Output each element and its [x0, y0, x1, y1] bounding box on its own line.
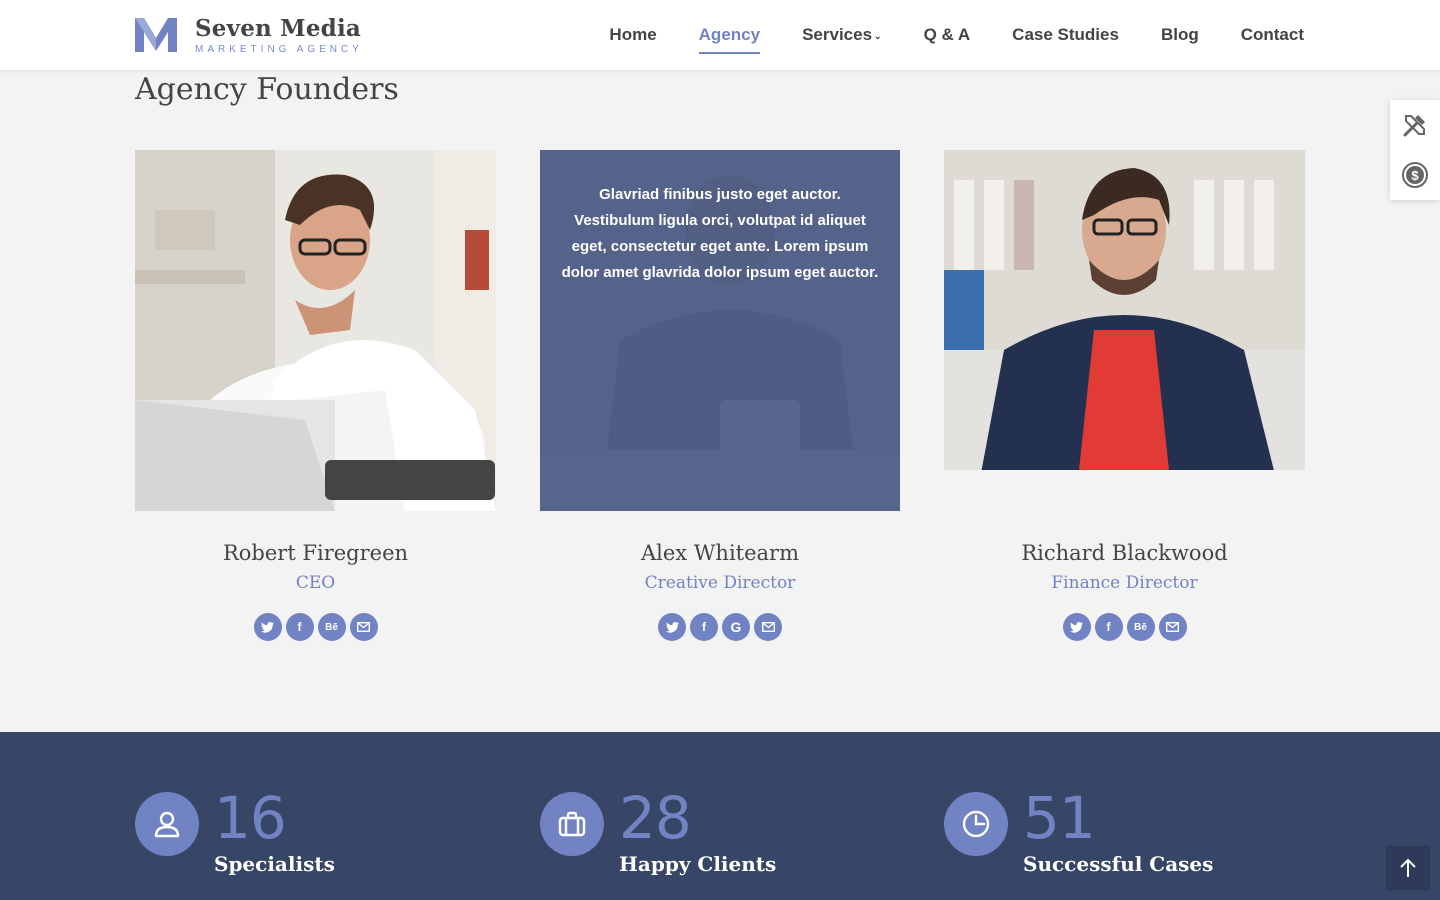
- member-role: Finance Director: [1051, 573, 1198, 593]
- portrait-image: [944, 150, 1305, 511]
- facebook-icon[interactable]: f: [1094, 613, 1123, 641]
- member-name: Robert Firegreen: [222, 541, 409, 565]
- chevron-down-icon: ⌄: [874, 31, 882, 41]
- member-bio: Glavriad finibus justo eget auctor. Vest…: [561, 186, 879, 281]
- google-icon[interactable]: G: [722, 613, 750, 641]
- nav-home-label: Home: [609, 25, 657, 44]
- main-nav: Home Agency Services ⌄ Q & A Case Studies…: [567, 0, 1304, 70]
- member-photo[interactable]: Glavriad finibus justo eget auctor. Vest…: [540, 150, 900, 511]
- member-photo[interactable]: [944, 150, 1305, 511]
- member-role: CEO: [295, 573, 336, 593]
- user-icon: [135, 792, 199, 856]
- twitter-icon[interactable]: [658, 613, 686, 641]
- stats-band: 16 Specialists 28 Happy Clients 51 Succe…: [0, 732, 1440, 900]
- team-card: Richard Blackwood Finance Director f Bē: [944, 150, 1305, 641]
- hover-overlay: Glavriad finibus justo eget auctor. Vest…: [540, 150, 900, 511]
- brand-name: Seven Media: [195, 15, 361, 42]
- nav-services[interactable]: Services ⌄: [802, 25, 882, 45]
- nav-contact[interactable]: Contact: [1241, 25, 1304, 45]
- team-card: Robert Firegreen CEO f Bē: [135, 150, 496, 641]
- behance-icon[interactable]: Bē: [1126, 613, 1155, 641]
- social-links: f Bē: [135, 613, 496, 641]
- member-name: Alex Whitearm: [641, 541, 799, 565]
- pie-chart-icon: [944, 792, 1008, 856]
- member-photo[interactable]: [135, 150, 496, 511]
- section-title: Agency Founders: [135, 72, 399, 107]
- brand-logo[interactable]: Seven Media MARKETING AGENCY: [135, 16, 363, 55]
- stat-specialists: 16 Specialists: [135, 786, 335, 876]
- social-links: f Bē: [944, 613, 1305, 641]
- nav-blog[interactable]: Blog: [1161, 25, 1199, 45]
- stat-label: Successful Cases: [1023, 852, 1214, 876]
- stat-label: Specialists: [214, 852, 335, 876]
- social-links: f G: [540, 613, 900, 641]
- nav-home[interactable]: Home: [609, 25, 656, 45]
- site-header: Seven Media MARKETING AGENCY Home Agency…: [0, 0, 1440, 70]
- email-icon[interactable]: [754, 613, 782, 641]
- stat-happy-clients: 28 Happy Clients: [540, 786, 777, 876]
- side-toolbar: $: [1390, 100, 1440, 200]
- tools-icon[interactable]: [1390, 100, 1440, 150]
- stat-value: 16: [214, 784, 287, 852]
- facebook-icon[interactable]: f: [690, 613, 718, 641]
- stat-successful-cases: 51 Successful Cases: [944, 786, 1214, 876]
- email-icon[interactable]: [349, 613, 378, 641]
- member-name: Richard Blackwood: [1021, 541, 1228, 565]
- brand-tagline: MARKETING AGENCY: [195, 44, 363, 55]
- nav-blog-label: Blog: [1160, 25, 1199, 44]
- brand-text: Seven Media MARKETING AGENCY: [195, 15, 363, 56]
- nav-qa[interactable]: Q & A: [924, 25, 971, 45]
- nav-case-studies-label: Case Studies: [1012, 25, 1119, 44]
- briefcase-icon: [540, 792, 604, 856]
- svg-text:$: $: [1411, 168, 1419, 183]
- member-role: Creative Director: [644, 573, 796, 593]
- team-card: Glavriad finibus justo eget auctor. Vest…: [540, 150, 900, 641]
- dollar-coin-icon[interactable]: $: [1390, 150, 1440, 200]
- email-icon[interactable]: [1158, 613, 1187, 641]
- logo-m-icon: [135, 18, 177, 52]
- stat-value: 28: [619, 784, 692, 852]
- nav-contact-label: Contact: [1240, 25, 1304, 44]
- twitter-icon[interactable]: [1062, 613, 1091, 641]
- nav-agency-label: Agency: [698, 25, 761, 44]
- nav-services-label: Services: [802, 25, 873, 44]
- behance-icon[interactable]: Bē: [317, 613, 346, 641]
- scroll-to-top-button[interactable]: [1386, 846, 1430, 890]
- nav-agency[interactable]: Agency: [698, 25, 761, 54]
- stat-label: Happy Clients: [619, 852, 777, 876]
- stat-value: 51: [1023, 784, 1096, 852]
- nav-qa-label: Q & A: [923, 25, 971, 44]
- portrait-image: [135, 150, 496, 511]
- twitter-icon[interactable]: [253, 613, 282, 641]
- arrow-up-icon: [1400, 858, 1416, 877]
- nav-case-studies[interactable]: Case Studies: [1012, 25, 1119, 45]
- facebook-icon[interactable]: f: [285, 613, 314, 641]
